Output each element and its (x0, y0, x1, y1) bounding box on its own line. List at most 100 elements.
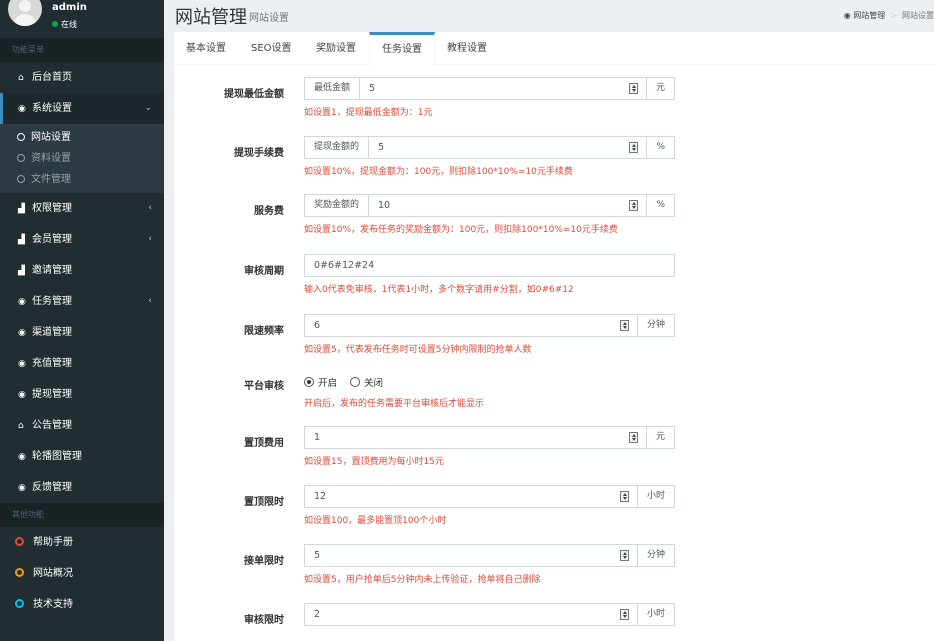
sidebar-item-channels[interactable]: ◉ 渠道管理 (0, 317, 164, 348)
sidebar-item-feedback[interactable]: ◉ 反馈管理 (0, 472, 164, 503)
spinner-icon[interactable] (619, 491, 629, 502)
spinner-icon[interactable] (619, 320, 629, 331)
field-label: 限速频率 (244, 326, 284, 337)
users-icon: ▟ (18, 266, 25, 276)
dashboard-icon: ◉ (18, 390, 26, 400)
platform-review-radios: 开启 关闭 (304, 377, 393, 391)
sidebar-item-carousel[interactable]: ◉ 轮播图管理 (0, 441, 164, 472)
submenu-system: 网站设置 资料设置 文件管理 (0, 124, 164, 193)
spinner-icon[interactable] (628, 432, 638, 443)
avatar[interactable] (8, 0, 42, 26)
sidebar-item-invites[interactable]: ▟ 邀请管理 (0, 255, 164, 286)
field-label: 置顶费用 (244, 438, 284, 449)
sidebar-item-home[interactable]: ⌂ 后台首页 (0, 62, 164, 93)
tab-tutorial-settings[interactable]: 教程设置 (435, 32, 499, 65)
page-title: 网站管理 (175, 7, 247, 28)
circle-icon (15, 537, 24, 546)
radio-checked-icon (304, 377, 314, 387)
help-text: 如设置100，最多能置顶100个小时 (304, 516, 447, 526)
menu-header-other: 其他功能 (0, 503, 164, 527)
accept-limit-input-group: 5 分钟 (304, 544, 675, 567)
review-limit-input-group: 2 小时 (304, 603, 675, 626)
sidebar-item-support[interactable]: 技术支持 (0, 589, 164, 620)
chevron-left-icon: ‹ (148, 234, 152, 244)
breadcrumb: ◉ 网站管理 > 网站设置 (843, 11, 934, 20)
spinner-icon[interactable] (629, 142, 639, 153)
input-prefix: 提现金额的 (305, 137, 370, 158)
accept-limit-input[interactable]: 5 (305, 545, 637, 566)
field-label: 平台审核 (244, 381, 284, 392)
user-name: admin (52, 2, 87, 13)
tab-basic-settings[interactable]: 基本设置 (174, 32, 238, 65)
radio-enable[interactable]: 开启 (304, 377, 337, 391)
chevron-left-icon: ‹ (148, 296, 152, 306)
home-icon: ⌂ (18, 73, 24, 83)
settings-box: 基本设置 SEO设置 奖励设置 任务设置 教程设置 提现最低金额 最低金额 5 … (174, 32, 934, 641)
sidebar-item-announcements[interactable]: ⌂ 公告管理 (0, 410, 164, 441)
users-icon: ▟ (18, 235, 25, 245)
sidebar-item-recharge[interactable]: ◉ 充值管理 (0, 348, 164, 379)
help-text: 如设置15，置顶费用为每小时15元 (304, 457, 444, 467)
field-label: 提现最低金额 (224, 89, 284, 100)
circle-icon (15, 568, 24, 577)
dashboard-icon: ◉ (18, 328, 26, 338)
sidebar-item-permissions[interactable]: ▟ 权限管理 ‹ (0, 193, 164, 224)
help-text: 如设置5，代表发布任务时可设置5分钟内限制的抢单人数 (304, 345, 532, 355)
dashboard-icon: ◉ (843, 11, 851, 20)
input-unit: 分钟 (636, 315, 674, 336)
users-icon: ▟ (18, 204, 25, 214)
field-label: 接单限时 (244, 556, 284, 567)
input-unit: 分钟 (636, 545, 674, 566)
breadcrumb-current: 网站设置 (902, 11, 934, 20)
chevron-left-icon: ‹ (148, 203, 152, 213)
spinner-icon[interactable] (619, 609, 629, 620)
help-text: 如设置5，用户抢单后5分钟内未上传验证，抢单将自己删除 (304, 575, 541, 585)
tab-task-settings[interactable]: 任务设置 (369, 32, 435, 65)
submenu-item-site-settings[interactable]: 网站设置 (0, 127, 164, 148)
input-prefix: 最低金额 (305, 78, 361, 99)
rate-limit-input[interactable]: 6 (305, 315, 637, 336)
sidebar-item-help[interactable]: 帮助手册 (0, 527, 164, 558)
breadcrumb-link[interactable]: 网站管理 (853, 11, 885, 20)
review-period-input[interactable]: 0#6#12#24 (305, 255, 674, 276)
submenu-item-file-management[interactable]: 文件管理 (0, 169, 164, 190)
circle-icon (17, 175, 25, 183)
input-prefix: 奖励金额的 (305, 195, 370, 216)
circle-icon (17, 133, 25, 141)
withdraw-fee-input[interactable]: 5 (369, 137, 646, 158)
spinner-icon[interactable] (628, 83, 638, 94)
sidebar-item-members[interactable]: ▟ 会员管理 ‹ (0, 224, 164, 255)
top-limit-input[interactable]: 12 (305, 486, 637, 507)
user-panel: admin 在线 (0, 0, 164, 38)
service-fee-input[interactable]: 10 (369, 195, 646, 216)
circle-icon (15, 599, 24, 608)
withdraw-min-input-group: 最低金额 5 元 (304, 77, 675, 100)
tab-reward-settings[interactable]: 奖励设置 (304, 32, 368, 65)
help-text: 输入0代表免审核，1代表1小时，多个数字请用#分割，如0#6#12 (304, 285, 574, 295)
dashboard-icon: ◉ (18, 104, 26, 114)
spinner-icon[interactable] (629, 200, 639, 211)
submenu-item-profile-settings[interactable]: 资料设置 (0, 148, 164, 169)
sidebar-item-overview[interactable]: 网站概况 (0, 558, 164, 589)
tab-bar: 基本设置 SEO设置 奖励设置 任务设置 教程设置 (174, 32, 934, 65)
input-unit: % (646, 137, 674, 158)
review-limit-input[interactable]: 2 (305, 604, 637, 625)
help-text: 开启后，发布的任务需要平台审核后才能显示 (304, 399, 485, 409)
radio-disable[interactable]: 关闭 (350, 377, 383, 391)
help-text: 如设置10%，提现金额为：100元，则扣除100*10%=10元手续费 (304, 167, 573, 177)
sidebar-item-tasks[interactable]: ◉ 任务管理 ‹ (0, 286, 164, 317)
user-status: 在线 (52, 19, 77, 30)
sidebar-item-withdraw[interactable]: ◉ 提现管理 (0, 379, 164, 410)
spinner-icon[interactable] (619, 550, 629, 561)
field-label: 审核限时 (244, 615, 284, 626)
top-fee-input[interactable]: 1 (305, 427, 646, 448)
top-fee-input-group: 1 元 (304, 426, 675, 449)
content-header: 网站管理 网站设置 ◉ 网站管理 > 网站设置 (164, 0, 934, 32)
input-unit: 小时 (636, 486, 674, 507)
home-icon: ⌂ (18, 421, 24, 431)
withdraw-min-input[interactable]: 5 (360, 78, 646, 99)
sidebar-item-system-settings[interactable]: ◉ 系统设置 ⌄ (0, 93, 164, 124)
tab-seo-settings[interactable]: SEO设置 (239, 32, 304, 65)
help-text: 如设置1，提现最低金额为：1元 (304, 108, 433, 118)
chevron-down-icon: ⌄ (144, 103, 152, 113)
